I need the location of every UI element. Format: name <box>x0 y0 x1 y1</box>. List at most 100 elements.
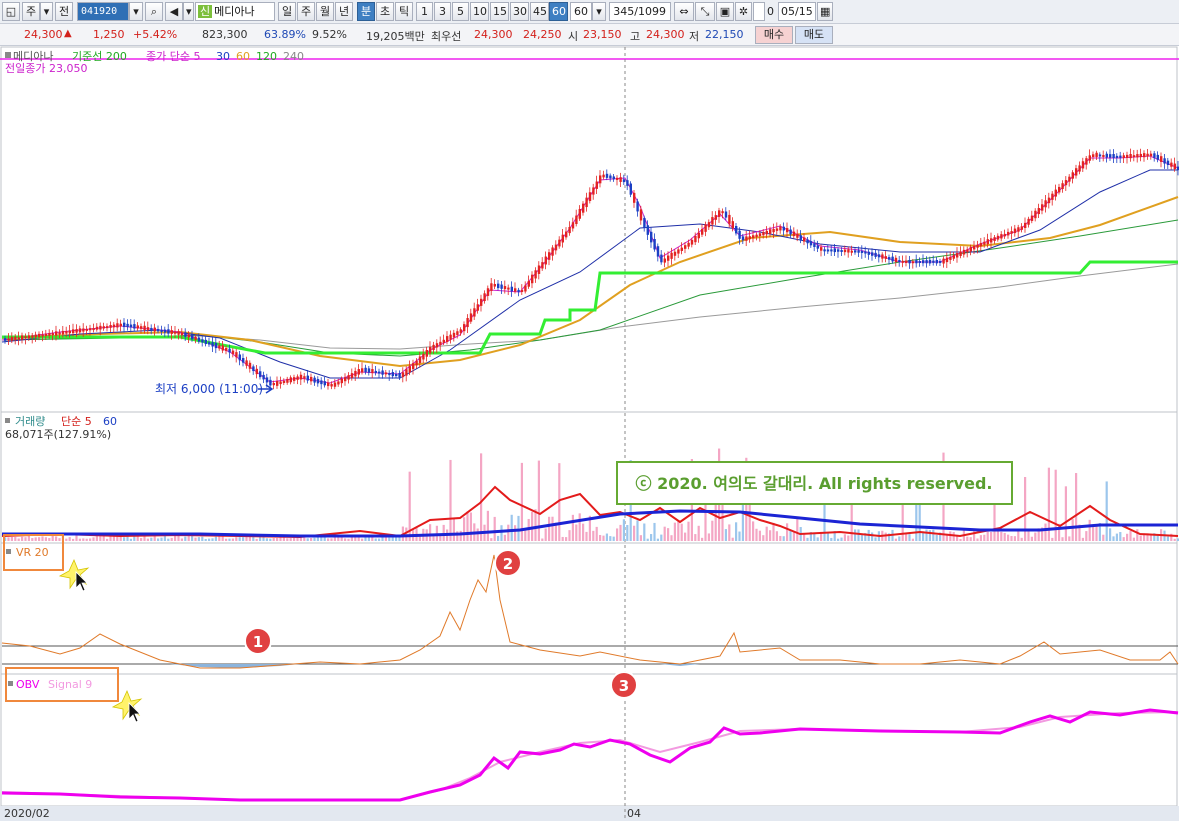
tab-minute[interactable]: 분 <box>357 2 375 21</box>
candle-body <box>1149 153 1153 157</box>
volume-bar <box>418 536 421 541</box>
candle-body <box>646 225 649 235</box>
volume-bar <box>272 538 275 541</box>
volume-bar <box>1119 532 1122 541</box>
chevron-down-icon[interactable]: ▾ <box>40 2 53 21</box>
tab-tick[interactable]: 틱 <box>395 2 413 21</box>
candle-body <box>595 181 598 189</box>
candle-body <box>55 331 58 336</box>
calendar-icon[interactable]: ▦ <box>817 2 833 21</box>
stock-code-input[interactable]: 041920 <box>77 2 129 21</box>
tab-day[interactable]: 일 <box>278 2 296 21</box>
candle-body <box>677 249 680 254</box>
candle-body <box>735 226 738 234</box>
save-icon[interactable]: ▣ <box>716 2 734 21</box>
candle-body <box>1132 155 1136 158</box>
prev-button[interactable]: 전 <box>55 2 73 21</box>
volume-bar <box>548 516 551 541</box>
candle-body <box>796 233 799 238</box>
count-input[interactable]: 345/1099 <box>609 2 671 21</box>
candle-body <box>469 313 473 322</box>
candle-body <box>72 329 75 334</box>
candle-body <box>24 336 27 339</box>
candle-body <box>1136 154 1139 158</box>
volume-bar <box>486 510 489 541</box>
interval-45[interactable]: 45 <box>530 2 549 21</box>
volume-bar <box>449 459 452 541</box>
toolbar-top: ◱ 주 ▾ 전 041920 ▾ ⌕ ◀ ▾ 신 메디아나 일 주 월 년 분 초… <box>0 0 1179 24</box>
candle-body <box>146 327 150 330</box>
volume-bar <box>72 538 75 541</box>
interval-60[interactable]: 60 <box>549 2 568 21</box>
interval-10[interactable]: 10 <box>470 2 489 21</box>
volume-bar <box>21 536 24 541</box>
volume-bar <box>1013 536 1016 541</box>
candle-body <box>894 257 898 263</box>
volume-bar <box>463 517 466 541</box>
tab-year[interactable]: 년 <box>335 2 353 21</box>
candle-body <box>357 369 360 375</box>
volume-bar <box>599 534 602 541</box>
candle-body <box>272 383 275 386</box>
candle-body <box>429 346 432 354</box>
tab-week[interactable]: 주 <box>297 2 315 21</box>
candle-body <box>769 229 772 234</box>
candle-body <box>395 374 398 377</box>
candle-body <box>310 376 313 382</box>
interval-3[interactable]: 3 <box>434 2 451 21</box>
volume-bar <box>711 520 714 541</box>
search-icon[interactable]: ⌕ <box>145 2 163 21</box>
candle-body <box>673 251 677 256</box>
speaker-dropdown-icon[interactable]: ▾ <box>183 2 194 21</box>
interval-15[interactable]: 15 <box>490 2 509 21</box>
sell-button[interactable]: 매도 <box>795 26 833 44</box>
volume-bar <box>17 538 20 541</box>
legend-volume-ma: 단순 5 <box>61 415 92 428</box>
candle-body <box>959 251 962 256</box>
interval-30[interactable]: 30 <box>510 2 529 21</box>
tab-second[interactable]: 초 <box>376 2 394 21</box>
zoom-icon[interactable]: ⇔ <box>674 2 694 21</box>
checkbox[interactable] <box>753 2 765 21</box>
volume-bar <box>507 524 510 541</box>
volume-bar <box>225 538 228 541</box>
candle-body <box>316 379 320 384</box>
tool-icon[interactable]: ⤡ <box>695 2 715 21</box>
speaker-icon[interactable]: ◀ <box>165 2 183 21</box>
volume-bar <box>344 538 347 541</box>
interval-1[interactable]: 1 <box>416 2 433 21</box>
volume-bar <box>398 536 401 541</box>
volume-bar <box>347 538 350 541</box>
candle-body <box>976 244 979 248</box>
tab-month[interactable]: 월 <box>316 2 334 21</box>
chart-area[interactable]: 메디아나 기준선 200 종가 단순 5 30 60 120 240 전일종가 … <box>0 46 1179 821</box>
candle-body <box>252 366 255 372</box>
volume-bar <box>112 536 115 541</box>
date-input[interactable]: 05/15 <box>778 2 816 21</box>
volume-bar <box>170 537 173 541</box>
interval-input[interactable]: 60 <box>570 2 592 21</box>
code-dropdown-icon[interactable]: ▾ <box>129 2 143 21</box>
stock-name-field[interactable]: 신 메디아나 <box>195 2 275 21</box>
gear-icon[interactable]: ✲ <box>735 2 752 21</box>
candle-body <box>843 249 847 253</box>
interval-5[interactable]: 5 <box>452 2 469 21</box>
volume-bar <box>500 525 503 541</box>
volume-bar <box>1095 524 1098 541</box>
volume-bar <box>44 537 47 541</box>
candle-body <box>204 339 207 345</box>
candle-body <box>218 345 221 349</box>
low-marker-label: 최저 6,000 (11:00) <box>155 382 263 396</box>
window-icon[interactable]: ◱ <box>2 2 20 21</box>
stock-chart[interactable]: 메디아나 기준선 200 종가 단순 5 30 60 120 240 전일종가 … <box>0 46 1179 821</box>
period-week-button[interactable]: 주 <box>22 2 40 21</box>
buy-button[interactable]: 매수 <box>755 26 793 44</box>
candle-body <box>364 367 367 373</box>
volume-bar <box>388 537 391 541</box>
candle-body <box>38 333 41 338</box>
interval-dropdown-icon[interactable]: ▾ <box>592 2 606 21</box>
volume-bar <box>1000 531 1003 541</box>
volume-bar <box>680 523 683 541</box>
volume-bar <box>1092 526 1095 541</box>
volume-bar <box>242 537 245 541</box>
